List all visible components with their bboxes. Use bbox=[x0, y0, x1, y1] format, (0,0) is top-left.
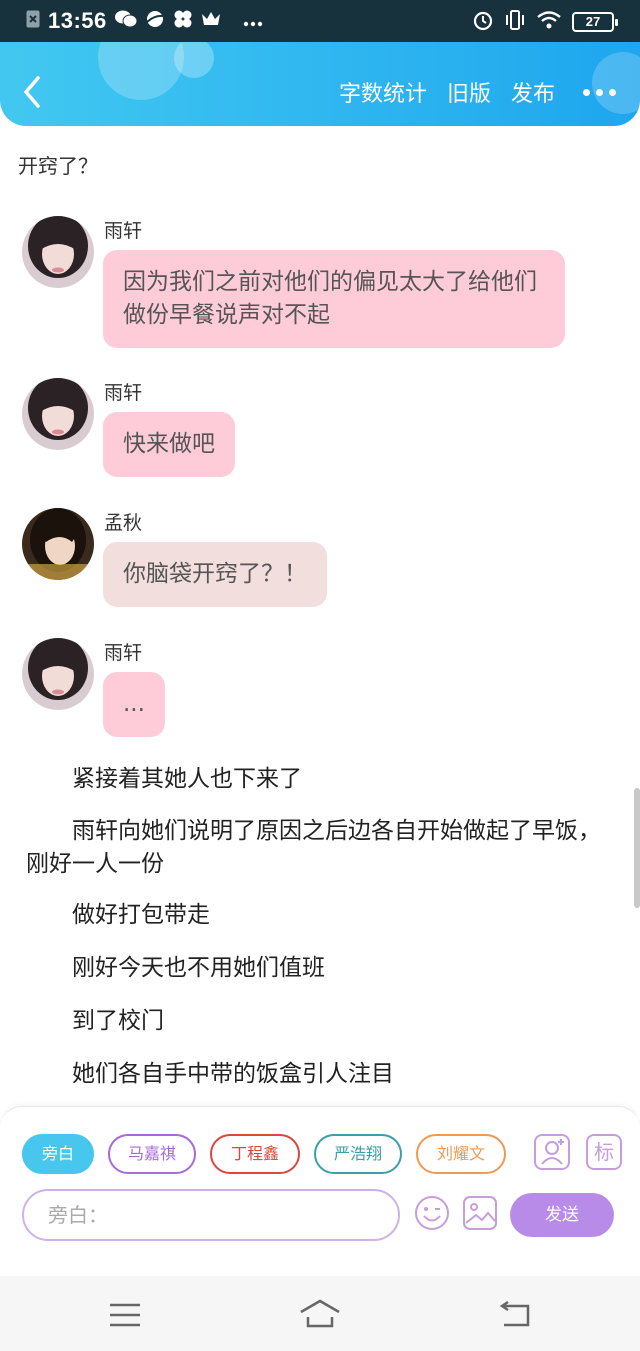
scrollbar[interactable] bbox=[634, 788, 640, 908]
narration-paragraph: 紧接着其她人也下来了 bbox=[72, 766, 302, 792]
role-chip[interactable]: 刘耀文 bbox=[416, 1134, 506, 1174]
dialogue-input[interactable]: 旁白： bbox=[22, 1189, 400, 1241]
narration-paragraph: 雨轩向她们说明了原因之后边各自开始做起了早饭，刚好一人一份 bbox=[26, 818, 601, 877]
message-bubble: 你脑袋开窍了？！ bbox=[103, 542, 327, 607]
decor-bubble bbox=[174, 42, 214, 78]
publish-button[interactable]: 发布 bbox=[511, 76, 555, 108]
wechat-icon bbox=[114, 10, 138, 32]
avatar[interactable] bbox=[22, 508, 94, 580]
old-version-button[interactable]: 旧版 bbox=[447, 76, 491, 108]
more-menu-button[interactable] bbox=[583, 88, 616, 96]
app-header: 字数统计 旧版 发布 bbox=[0, 42, 640, 126]
avatar[interactable] bbox=[22, 216, 94, 288]
wifi-icon bbox=[536, 10, 562, 34]
chat-message: 雨轩 快来做吧 bbox=[22, 378, 622, 488]
pinwheel-app-icon bbox=[173, 9, 193, 33]
send-button[interactable]: 发送 bbox=[510, 1193, 614, 1237]
decor-bubble bbox=[98, 42, 184, 100]
role-chip[interactable]: 丁程鑫 bbox=[210, 1134, 300, 1174]
narration-paragraph: 到了校门 bbox=[72, 1008, 164, 1034]
chat-message: 孟秋 你脑袋开窍了？！ bbox=[22, 508, 622, 618]
narration-paragraph: 刚好今天也不用她们值班 bbox=[72, 955, 325, 981]
narration-paragraph: 她们各自手中带的饭盒引人注目 bbox=[72, 1061, 394, 1087]
message-bubble: 因为我们之前对他们的偏见太大了给他们做份早餐说声对不起 bbox=[103, 250, 565, 348]
home-nav-button[interactable] bbox=[298, 1298, 342, 1332]
menu-icon bbox=[110, 1303, 140, 1327]
image-icon bbox=[463, 1196, 497, 1230]
narration-paragraph: 做好打包带走 bbox=[72, 902, 210, 928]
notification-icon bbox=[26, 10, 40, 32]
planet-app-icon bbox=[145, 9, 165, 33]
editor-panel: 旁白 马嘉祺 丁程鑫 严浩翔 刘耀文 标 旁白： 发送 bbox=[0, 1106, 640, 1276]
message-bubble: ... bbox=[103, 672, 165, 737]
role-chip[interactable]: 马嘉祺 bbox=[108, 1134, 196, 1174]
status-bar: 13:56 27 bbox=[0, 0, 640, 42]
vibrate-icon bbox=[504, 9, 526, 35]
back-button[interactable] bbox=[18, 74, 48, 110]
message-bubble: 快来做吧 bbox=[103, 412, 235, 477]
emoji-icon bbox=[415, 1196, 449, 1230]
image-button[interactable] bbox=[462, 1195, 498, 1235]
emoji-button[interactable] bbox=[414, 1195, 450, 1235]
avatar[interactable] bbox=[22, 638, 94, 710]
back-nav-button[interactable] bbox=[498, 1300, 532, 1332]
system-nav-bar bbox=[0, 1276, 640, 1351]
tag-button[interactable]: 标 bbox=[586, 1134, 622, 1170]
alarm-icon bbox=[472, 9, 494, 35]
person-add-icon bbox=[541, 1139, 564, 1165]
more-notifications-icon bbox=[243, 12, 263, 31]
back-arrow-icon bbox=[499, 1300, 530, 1327]
story-text: 开窍了？ bbox=[18, 154, 98, 178]
avatar[interactable] bbox=[22, 378, 94, 450]
crown-app-icon bbox=[201, 10, 221, 32]
sender-name: 孟秋 bbox=[104, 512, 143, 534]
battery-indicator: 27 bbox=[572, 12, 618, 32]
role-chip[interactable]: 严浩翔 bbox=[314, 1134, 402, 1174]
status-time: 13:56 bbox=[48, 8, 107, 33]
role-chip-narrator[interactable]: 旁白 bbox=[22, 1134, 94, 1174]
sender-name: 雨轩 bbox=[104, 220, 143, 242]
add-character-button[interactable] bbox=[534, 1134, 570, 1170]
chevron-left-icon bbox=[24, 76, 40, 108]
sender-name: 雨轩 bbox=[104, 382, 143, 404]
chat-message: 雨轩 因为我们之前对他们的偏见太大了给他们做份早餐说声对不起 bbox=[22, 216, 622, 356]
chat-message: 雨轩 ... bbox=[22, 638, 622, 748]
sender-name: 雨轩 bbox=[104, 642, 143, 664]
menu-nav-button[interactable] bbox=[108, 1302, 142, 1332]
word-count-button[interactable]: 字数统计 bbox=[339, 76, 427, 108]
home-icon bbox=[300, 1299, 340, 1328]
